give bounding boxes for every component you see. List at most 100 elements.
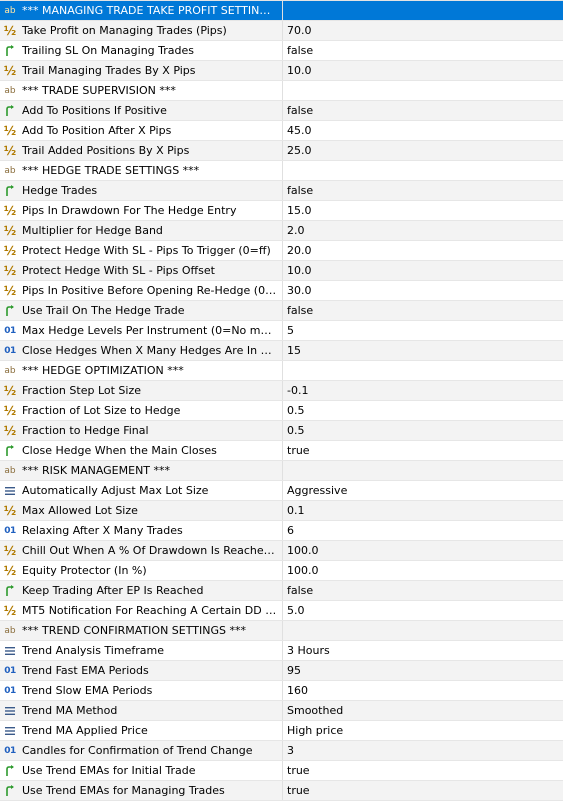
table-row[interactable]: ab *** TRADE SUPERVISION ***: [0, 81, 563, 101]
parameter-value-cell[interactable]: 10.0: [283, 61, 563, 80]
parameter-name-cell[interactable]: ab *** TREND CONFIRMATION SETTINGS ***: [0, 621, 283, 640]
parameter-value-cell[interactable]: -0.1: [283, 381, 563, 400]
parameter-name-cell[interactable]: Use Trail On The Hedge Trade: [0, 301, 283, 320]
parameter-value-cell[interactable]: false: [283, 581, 563, 600]
parameter-value-cell[interactable]: 95: [283, 661, 563, 680]
parameter-name-cell[interactable]: ½ Chill Out When A % Of Drawdown Is Reach…: [0, 541, 283, 560]
parameter-value-cell[interactable]: 25.0: [283, 141, 563, 160]
parameter-name-cell[interactable]: Keep Trading After EP Is Reached: [0, 581, 283, 600]
parameter-value-cell[interactable]: false: [283, 41, 563, 60]
parameter-name-cell[interactable]: ab *** RISK MANAGEMENT ***: [0, 461, 283, 480]
parameter-value-cell[interactable]: 5.0: [283, 601, 563, 620]
parameter-value-cell[interactable]: 30.0: [283, 281, 563, 300]
parameter-name-cell[interactable]: ½ Fraction to Hedge Final: [0, 421, 283, 440]
parameter-name-cell[interactable]: ½ Protect Hedge With SL - Pips To Trigger…: [0, 241, 283, 260]
table-row[interactable]: ½ Take Profit on Managing Trades (Pips) 70…: [0, 21, 563, 41]
parameter-value-cell[interactable]: 70.0: [283, 21, 563, 40]
parameter-value-cell[interactable]: true: [283, 441, 563, 460]
table-row[interactable]: Use Trend EMAs for Initial Trade true: [0, 761, 563, 781]
parameter-name-cell[interactable]: ½ Pips In Positive Before Opening Re-Hedg…: [0, 281, 283, 300]
parameter-value-cell[interactable]: 45.0: [283, 121, 563, 140]
parameter-name-cell[interactable]: Automatically Adjust Max Lot Size: [0, 481, 283, 500]
parameter-name-cell[interactable]: Use Trend EMAs for Managing Trades: [0, 781, 283, 800]
table-row[interactable]: Trend MA Applied Price High price: [0, 721, 563, 741]
parameter-value-cell[interactable]: 100.0: [283, 561, 563, 580]
parameter-value-cell[interactable]: [283, 81, 563, 100]
parameter-value-cell[interactable]: 3: [283, 741, 563, 760]
parameter-value-cell[interactable]: true: [283, 781, 563, 800]
table-row[interactable]: ½ Fraction to Hedge Final 0.5: [0, 421, 563, 441]
parameter-value-cell[interactable]: 15.0: [283, 201, 563, 220]
parameter-name-cell[interactable]: 01 Candles for Confirmation of Trend Chan…: [0, 741, 283, 760]
parameter-name-cell[interactable]: ½ Trail Added Positions By X Pips: [0, 141, 283, 160]
parameter-value-cell[interactable]: [283, 361, 563, 380]
parameter-value-cell[interactable]: 0.5: [283, 401, 563, 420]
table-row[interactable]: ½ Chill Out When A % Of Drawdown Is Reach…: [0, 541, 563, 561]
table-row[interactable]: ½ Protect Hedge With SL - Pips Offset 10.0: [0, 261, 563, 281]
parameter-name-cell[interactable]: 01 Close Hedges When X Many Hedges Are In…: [0, 341, 283, 360]
parameter-name-cell[interactable]: 01 Trend Slow EMA Periods: [0, 681, 283, 700]
table-row[interactable]: Add To Positions If Positive false: [0, 101, 563, 121]
parameter-value-cell[interactable]: 5: [283, 321, 563, 340]
table-row[interactable]: ½ Fraction Step Lot Size -0.1: [0, 381, 563, 401]
parameter-name-cell[interactable]: ½ Fraction of Lot Size to Hedge: [0, 401, 283, 420]
table-row[interactable]: Keep Trading After EP Is Reached false: [0, 581, 563, 601]
table-row[interactable]: Trend MA Method Smoothed: [0, 701, 563, 721]
table-row[interactable]: ab *** HEDGE OPTIMIZATION ***: [0, 361, 563, 381]
parameter-name-cell[interactable]: ½ Fraction Step Lot Size: [0, 381, 283, 400]
parameter-value-cell[interactable]: 160: [283, 681, 563, 700]
table-row[interactable]: 01 Close Hedges When X Many Hedges Are In…: [0, 341, 563, 361]
table-row[interactable]: ab *** TREND CONFIRMATION SETTINGS ***: [0, 621, 563, 641]
parameter-name-cell[interactable]: Trend MA Method: [0, 701, 283, 720]
table-row[interactable]: 01 Trend Fast EMA Periods 95: [0, 661, 563, 681]
parameter-name-cell[interactable]: ab *** MANAGING TRADE TAKE PROFIT SETTING…: [0, 1, 283, 20]
parameter-name-cell[interactable]: ½ Trail Managing Trades By X Pips: [0, 61, 283, 80]
table-row[interactable]: ab *** RISK MANAGEMENT ***: [0, 461, 563, 481]
table-row[interactable]: Trailing SL On Managing Trades false: [0, 41, 563, 61]
parameter-name-cell[interactable]: ½ Take Profit on Managing Trades (Pips): [0, 21, 283, 40]
table-row[interactable]: ab *** MANAGING TRADE TAKE PROFIT SETTING…: [0, 1, 563, 21]
parameter-name-cell[interactable]: ½ Protect Hedge With SL - Pips Offset: [0, 261, 283, 280]
parameter-name-cell[interactable]: 01 Trend Fast EMA Periods: [0, 661, 283, 680]
parameter-value-cell[interactable]: High price: [283, 721, 563, 740]
parameter-name-cell[interactable]: ab *** HEDGE OPTIMIZATION ***: [0, 361, 283, 380]
table-row[interactable]: Use Trail On The Hedge Trade false: [0, 301, 563, 321]
table-row[interactable]: ½ Fraction of Lot Size to Hedge 0.5: [0, 401, 563, 421]
table-row[interactable]: ½ Max Allowed Lot Size 0.1: [0, 501, 563, 521]
table-row[interactable]: Trend Analysis Timeframe 3 Hours: [0, 641, 563, 661]
parameter-name-cell[interactable]: ½ Add To Position After X Pips: [0, 121, 283, 140]
parameter-name-cell[interactable]: ab *** TRADE SUPERVISION ***: [0, 81, 283, 100]
parameter-name-cell[interactable]: ½ Max Allowed Lot Size: [0, 501, 283, 520]
parameter-value-cell[interactable]: [283, 461, 563, 480]
table-row[interactable]: 01 Relaxing After X Many Trades 6: [0, 521, 563, 541]
parameter-name-cell[interactable]: ½ MT5 Notification For Reaching A Certain…: [0, 601, 283, 620]
parameter-value-cell[interactable]: false: [283, 181, 563, 200]
table-row[interactable]: Automatically Adjust Max Lot Size Aggress…: [0, 481, 563, 501]
table-row[interactable]: Use Trend EMAs for Managing Trades true: [0, 781, 563, 801]
table-row[interactable]: ½ Equity Protector (In %) 100.0: [0, 561, 563, 581]
parameter-value-cell[interactable]: 20.0: [283, 241, 563, 260]
table-row[interactable]: ab *** HEDGE TRADE SETTINGS ***: [0, 161, 563, 181]
table-row[interactable]: ½ Trail Managing Trades By X Pips 10.0: [0, 61, 563, 81]
table-row[interactable]: ½ Pips In Positive Before Opening Re-Hedg…: [0, 281, 563, 301]
parameter-name-cell[interactable]: Close Hedge When the Main Closes: [0, 441, 283, 460]
parameter-value-cell[interactable]: [283, 621, 563, 640]
table-row[interactable]: 01 Trend Slow EMA Periods 160: [0, 681, 563, 701]
table-row[interactable]: ½ MT5 Notification For Reaching A Certain…: [0, 601, 563, 621]
table-row[interactable]: 01 Max Hedge Levels Per Instrument (0=No …: [0, 321, 563, 341]
parameter-value-cell[interactable]: 3 Hours: [283, 641, 563, 660]
parameter-value-cell[interactable]: 2.0: [283, 221, 563, 240]
parameter-name-cell[interactable]: Trend MA Applied Price: [0, 721, 283, 740]
table-row[interactable]: ½ Pips In Drawdown For The Hedge Entry 15.…: [0, 201, 563, 221]
parameter-name-cell[interactable]: Add To Positions If Positive: [0, 101, 283, 120]
table-row[interactable]: ½ Trail Added Positions By X Pips 25.0: [0, 141, 563, 161]
parameter-value-cell[interactable]: 0.1: [283, 501, 563, 520]
parameter-value-cell[interactable]: 15: [283, 341, 563, 360]
table-row[interactable]: Close Hedge When the Main Closes true: [0, 441, 563, 461]
table-row[interactable]: ½ Multiplier for Hedge Band 2.0: [0, 221, 563, 241]
parameter-value-cell[interactable]: false: [283, 301, 563, 320]
table-row[interactable]: 01 Candles for Confirmation of Trend Chan…: [0, 741, 563, 761]
table-row[interactable]: ½ Protect Hedge With SL - Pips To Trigger…: [0, 241, 563, 261]
parameter-value-cell[interactable]: [283, 161, 563, 180]
parameter-name-cell[interactable]: Trend Analysis Timeframe: [0, 641, 283, 660]
